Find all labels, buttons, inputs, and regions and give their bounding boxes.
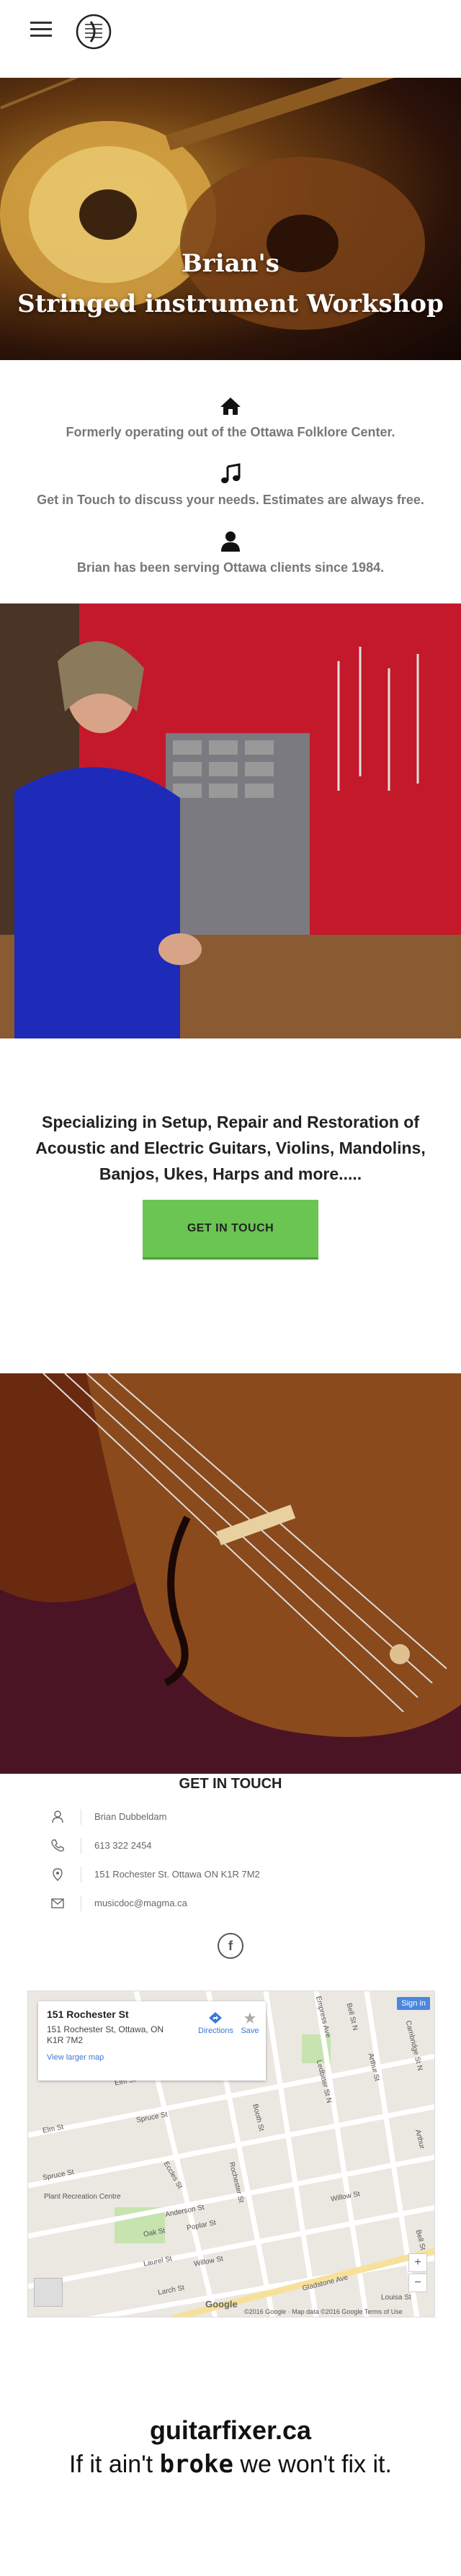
get-in-touch-button[interactable]: GET IN TOUCH xyxy=(143,1200,318,1257)
location-pin-icon xyxy=(53,1868,63,1881)
contact-phone-row[interactable]: 613 322 2454 xyxy=(50,1836,152,1855)
feature-text: Get in Touch to discuss your needs. Esti… xyxy=(37,493,424,507)
hero-title-line1: Brian's xyxy=(182,249,279,278)
feature-item-2: Get in Touch to discuss your needs. Esti… xyxy=(0,462,461,508)
footer-slogan: If it ain't broke we won't fix it. xyxy=(0,2450,461,2479)
feature-text: Brian has been serving Ottawa clients si… xyxy=(76,560,385,575)
zoom-out-button[interactable]: − xyxy=(408,2274,427,2292)
google-map[interactable]: Elm St Elm St Spruce St Spruce St Eccles… xyxy=(27,1991,435,2317)
feature-item-1: Formerly operating out of the Ottawa Fol… xyxy=(0,395,461,440)
violin-photo xyxy=(0,1373,461,1774)
site-header xyxy=(0,0,461,78)
directions-icon xyxy=(209,2012,222,2024)
map-sign-in-button[interactable]: Sign in xyxy=(397,1997,430,2010)
facebook-icon[interactable]: f xyxy=(218,1933,243,1959)
directions-label: Directions xyxy=(198,2027,233,2035)
directions-button[interactable]: Directions xyxy=(198,2011,233,2035)
street-label: Plant Recreation Centre xyxy=(44,2193,121,2201)
slogan-part1: If it ain't xyxy=(69,2451,160,2478)
envelope-icon xyxy=(51,1898,64,1908)
google-logo: Google xyxy=(205,2299,238,2310)
footer-domain: guitarfixer.ca xyxy=(149,2415,312,2445)
specializing-text: Specializing in Setup, Repair and Restor… xyxy=(0,1109,461,1187)
phone-icon xyxy=(51,1839,64,1852)
person-icon xyxy=(52,1810,63,1823)
contact-title: GET IN TOUCH xyxy=(179,1776,282,1792)
workshop-photo xyxy=(0,603,461,1038)
contact-email[interactable]: musicdoc@magma.ca xyxy=(81,1895,187,1911)
zoom-in-button[interactable]: + xyxy=(408,2253,427,2272)
contact-email-row[interactable]: musicdoc@magma.ca xyxy=(50,1894,187,1913)
map-place-address: 151 Rochester St, Ottawa, ON K1R 7M2 xyxy=(47,2024,164,2045)
slogan-part2: we won't fix it. xyxy=(233,2451,392,2478)
contact-address: 151 Rochester St. Ottawa ON K1R 7M2 xyxy=(81,1867,260,1882)
specializing-line2: Acoustic and Electric Guitars, Violins, … xyxy=(35,1139,426,1157)
contact-name: Brian Dubbeldam xyxy=(81,1809,166,1825)
music-note-icon xyxy=(221,463,241,483)
feature-item-3: Brian has been serving Ottawa clients si… xyxy=(0,530,461,575)
violin-photo-image xyxy=(0,1373,461,1774)
slogan-broke: broke xyxy=(159,2450,233,2479)
hero-title-line2: Stringed instrument Workshop xyxy=(17,290,444,318)
contact-name-row: Brian Dubbeldam xyxy=(50,1808,166,1826)
contact-address-row: 151 Rochester St. Ottawa ON K1R 7M2 xyxy=(50,1865,260,1884)
specializing-line1: Specializing in Setup, Repair and Restor… xyxy=(42,1113,419,1131)
home-icon xyxy=(220,398,241,415)
save-label: Save xyxy=(241,2027,259,2035)
logo-icon[interactable] xyxy=(75,13,112,50)
workshop-photo-image xyxy=(0,603,461,1038)
map-attribution: ©2016 Google · Map data ©2016 Google Ter… xyxy=(244,2308,403,2315)
save-button[interactable]: Save xyxy=(237,2011,263,2035)
view-larger-map-link[interactable]: View larger map xyxy=(47,2053,257,2062)
hero-banner: Brian's Stringed instrument Workshop xyxy=(0,78,461,360)
map-place-card: 151 Rochester St 151 Rochester St, Ottaw… xyxy=(38,2001,266,2081)
contact-phone[interactable]: 613 322 2454 xyxy=(81,1838,152,1854)
user-icon xyxy=(221,531,240,552)
feature-text: Formerly operating out of the Ottawa Fol… xyxy=(66,425,395,439)
street-label: Louisa St xyxy=(381,2294,411,2302)
street-view-pegman-icon[interactable] xyxy=(34,2278,63,2307)
hamburger-menu-icon[interactable] xyxy=(30,22,52,37)
specializing-line3: Banjos, Ukes, Harps and more..... xyxy=(99,1164,362,1183)
hero-title: Brian's Stringed instrument Workshop xyxy=(0,243,461,324)
star-icon xyxy=(244,2012,256,2024)
